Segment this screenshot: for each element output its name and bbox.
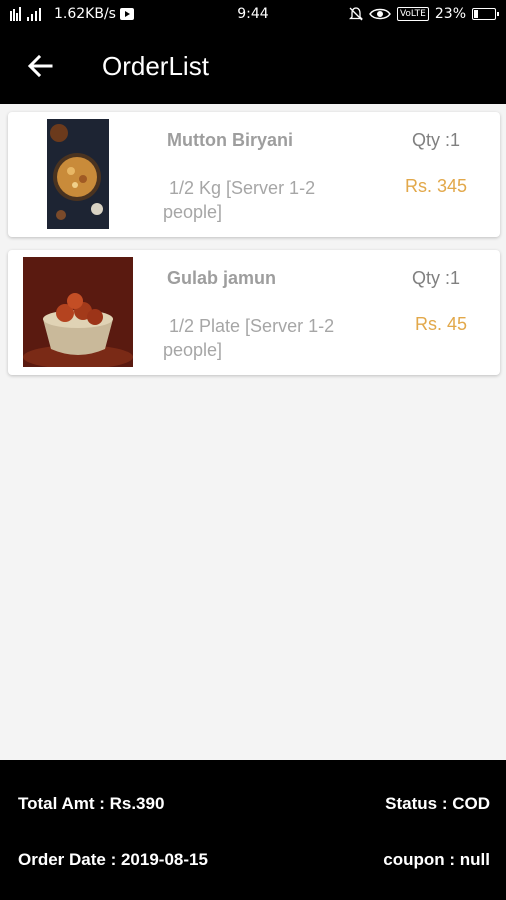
item-price: Rs. 45 [414,314,467,334]
bell-off-icon [348,7,363,21]
signal-icon [10,7,41,21]
item-description: 1/2 Kg [Server 1-2 people] [163,178,316,222]
status-left: 1.62KB/s [10,6,134,22]
coupon-info: coupon : null [383,850,490,869]
volte-badge: VoLTE [396,7,429,21]
battery-percent: 23% [434,6,466,22]
battery-icon [472,8,499,20]
status-right: VoLTE 23% [348,6,499,22]
media-icon [119,8,134,20]
item-qty: Qty :1 [411,268,460,288]
network-speed: 1.62KB/s [54,6,116,22]
item-name: Gulab jamun [167,268,277,288]
order-date: Order Date : 2019-08-15 [18,850,208,869]
eye-icon [369,8,391,20]
item-price: Rs. 345 [404,176,467,196]
order-item[interactable]: Gulab jamun Qty :1 1/2 Plate [Server 1-2… [8,250,500,375]
back-button[interactable] [12,38,68,94]
order-list: Mutton Biryani Qty :1 1/2 Kg [Server 1-2… [8,112,500,388]
item-image-gulab-jamun [23,257,133,367]
item-qty: Qty :1 [411,130,460,150]
arrow-left-icon [27,54,53,78]
item-image-biryani [47,119,109,229]
total-amount: Total Amt : Rs.390 [18,794,165,813]
app-bar: OrderList [0,28,506,104]
item-name: Mutton Biryani [167,130,293,150]
order-item[interactable]: Mutton Biryani Qty :1 1/2 Kg [Server 1-2… [8,112,500,237]
payment-status: Status : COD [385,794,490,813]
page-title: OrderList [102,50,209,81]
order-summary-footer: Total Amt : Rs.390 Status : COD Order Da… [0,760,506,900]
item-description: 1/2 Plate [Server 1-2 people] [163,316,335,360]
clock: 9:44 [237,6,269,22]
status-bar: 1.62KB/s 9:44 VoLTE 23% [0,0,506,28]
